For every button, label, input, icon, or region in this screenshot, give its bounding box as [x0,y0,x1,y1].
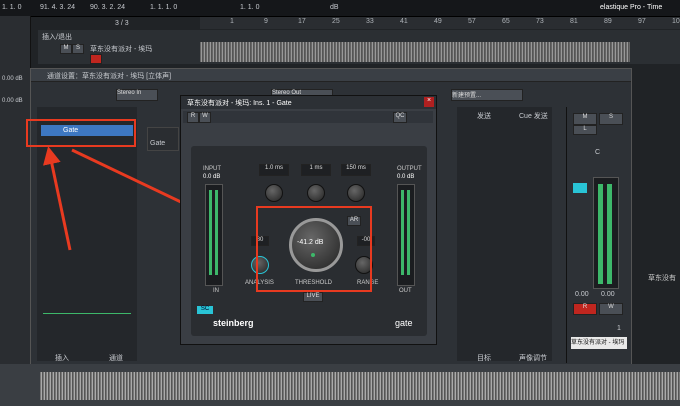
attack-knob[interactable] [265,184,283,202]
release-value[interactable]: 150 ms [341,164,371,176]
db-value: 0.00 [601,291,615,298]
channel-count: 1 [617,325,621,332]
right-track-label: 草东没有 [648,275,676,282]
mixer-mute-button[interactable]: M [573,113,597,125]
mixer-meter-left [598,184,603,284]
mixer-record-button[interactable]: R [573,303,597,315]
input-level: 0.0 dB [203,174,221,180]
plugin-toolbar: R W QC [183,111,433,123]
mixer-write-button[interactable]: W [599,303,623,315]
close-icon[interactable]: × [424,97,434,107]
input-label: INPUT [203,166,221,172]
in-label: IN [213,288,219,294]
highlight-box-threshold [256,206,372,292]
bypass-button[interactable]: R [187,112,199,123]
output-level: 0.0 dB [397,174,415,180]
arrow-up [43,146,72,251]
attack-value[interactable]: 1.0 ms [259,164,289,176]
mixer-meter [593,177,619,289]
output-label: OUTPUT [397,166,422,172]
qc-button[interactable]: QC [393,112,407,123]
volume-fader[interactable] [573,183,587,193]
input-meter [205,184,223,286]
live-button[interactable]: LIVE [303,292,323,302]
mixer-solo-button[interactable]: S [599,113,623,125]
output-meter [397,184,415,286]
daw-window: 1. 1. 0 91. 4. 3. 24 90. 3. 2. 24 1. 1. … [0,0,680,406]
pan-readout: C [595,149,601,156]
hold-knob[interactable] [307,184,325,202]
output-meter-bar-right [407,190,410,275]
brand-logo: steinberg [213,318,254,328]
audio-waveform [40,372,680,400]
write-button[interactable]: W [199,112,211,123]
output-meter-bar-left [401,190,404,275]
mixer-channel-strip: M S L C 0.00 0.00 R W 1 草东没有派对 - 埃玛 [566,107,629,363]
input-meter-bar-right [215,190,218,275]
plugin-titlebar: 草东没有派对 - 埃玛: Ins. 1 - Gate × [181,96,436,109]
listen-button[interactable]: L [573,125,597,135]
channel-name: 草东没有派对 - 埃玛 [571,337,627,349]
plugin-title: 草东没有派对 - 埃玛: Ins. 1 - Gate [187,100,292,107]
input-meter-bar-left [209,190,212,275]
out-label: OUT [399,288,412,294]
hold-value[interactable]: 1 ms [301,164,331,176]
sidechain-button[interactable]: SC [197,306,213,314]
release-knob[interactable] [347,184,365,202]
mixer-meter-right [607,184,612,284]
product-name: gate [395,318,413,328]
bottom-waveform[interactable] [0,364,680,406]
fader-value: 0.00 [575,291,589,298]
